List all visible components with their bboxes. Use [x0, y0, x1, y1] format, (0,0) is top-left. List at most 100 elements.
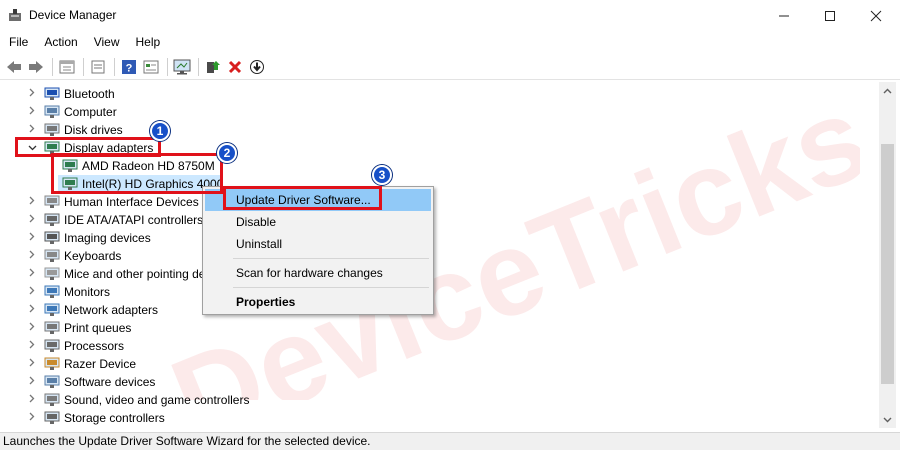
menu-help[interactable]: Help	[127, 35, 168, 49]
tree-item-label: Human Interface Devices	[64, 195, 199, 209]
tree-category-item[interactable]: Human Interface Devices	[24, 193, 199, 211]
help-button[interactable]: ?	[119, 57, 139, 77]
scroll-up-button[interactable]	[879, 82, 896, 99]
tree-category-item[interactable]: Razer Device	[24, 355, 136, 373]
camera-icon	[44, 231, 60, 245]
maximize-icon	[825, 10, 835, 21]
scan-monitor-icon	[173, 59, 191, 74]
tree-category-item[interactable]: Monitors	[24, 283, 110, 301]
maximize-button[interactable]	[807, 0, 853, 31]
back-button[interactable]	[4, 57, 24, 77]
chevron-right-icon[interactable]	[24, 376, 40, 388]
scroll-thumb[interactable]	[881, 144, 894, 384]
back-arrow-icon	[7, 60, 21, 73]
menu-item-properties[interactable]: Properties	[205, 291, 431, 313]
tree-item-label: IDE ATA/ATAPI controllers	[64, 213, 204, 227]
razer-icon	[44, 357, 60, 371]
chevron-right-icon[interactable]	[24, 214, 40, 226]
monitor-icon	[44, 285, 60, 299]
menu-item-scan-hardware[interactable]: Scan for hardware changes	[205, 262, 431, 284]
chevron-right-icon[interactable]	[24, 394, 40, 406]
list-view-button[interactable]	[88, 57, 108, 77]
menu-view[interactable]: View	[85, 35, 127, 49]
chevron-right-icon[interactable]	[24, 412, 40, 424]
tree-item-label: Disk drives	[64, 123, 123, 137]
list-view-icon	[91, 60, 105, 73]
software-device-icon	[44, 375, 60, 389]
step-badge-3: 3	[372, 165, 392, 185]
window-title: Device Manager	[29, 8, 117, 22]
tree-category-item[interactable]: Bluetooth	[24, 85, 115, 103]
step-badge-2: 2	[217, 143, 237, 163]
properties-button[interactable]	[57, 57, 77, 77]
tree-category-item[interactable]: Keyboards	[24, 247, 121, 265]
network-icon	[44, 303, 60, 317]
scroll-down-button[interactable]	[879, 411, 896, 428]
chevron-right-icon[interactable]	[24, 88, 40, 100]
chevron-right-icon[interactable]	[24, 304, 40, 316]
chevron-right-icon[interactable]	[24, 358, 40, 370]
tree-item-label: Network adapters	[64, 303, 159, 317]
download-driver-button[interactable]	[247, 57, 267, 77]
menu-file[interactable]: File	[0, 35, 35, 49]
bluetooth-icon	[44, 87, 60, 101]
close-button[interactable]	[853, 0, 899, 31]
tree-item-label: Imaging devices	[64, 231, 151, 245]
keyboard-icon	[44, 249, 60, 263]
toolbar-separator	[114, 57, 115, 76]
add-driver-button[interactable]	[203, 57, 223, 77]
tree-category-item[interactable]: Computer	[24, 103, 117, 121]
tree-item-label: Keyboards	[64, 249, 122, 263]
device-manager-icon	[9, 9, 21, 21]
chevron-down-icon	[883, 417, 892, 422]
chevron-up-icon	[883, 88, 892, 93]
sound-icon	[44, 393, 60, 407]
tree-category-item[interactable]: Print queues	[24, 319, 131, 337]
chevron-right-icon[interactable]	[24, 232, 40, 244]
storage-icon	[44, 411, 60, 425]
vertical-scrollbar[interactable]	[879, 82, 896, 428]
tree-category-item[interactable]: Software devices	[24, 373, 155, 391]
tree-item-label: Sound, video and game controllers	[64, 393, 250, 407]
close-icon	[870, 10, 882, 21]
tree-item-label: Computer	[64, 105, 117, 119]
tree-category-item[interactable]: Sound, video and game controllers	[24, 391, 249, 409]
device-tree: Bluetooth Computer Disk drives Display adap…	[0, 82, 879, 428]
tree-item-label: Monitors	[64, 285, 111, 299]
forward-arrow-icon	[29, 60, 43, 73]
tree-item-label: Software devices	[64, 375, 156, 389]
scan-hardware-button[interactable]	[172, 57, 192, 77]
resources-icon	[143, 60, 159, 73]
menu-item-disable[interactable]: Disable	[205, 211, 431, 233]
toolbar-separator	[167, 57, 168, 76]
menu-separator	[233, 287, 429, 288]
toolbar-separator	[198, 57, 199, 76]
tree-category-item[interactable]: IDE ATA/ATAPI controllers	[24, 211, 203, 229]
forward-button[interactable]	[26, 57, 46, 77]
computer-icon	[44, 105, 60, 119]
tree-category-item[interactable]: Processors	[24, 337, 124, 355]
chevron-right-icon[interactable]	[24, 340, 40, 352]
chevron-right-icon[interactable]	[24, 124, 40, 136]
help-icon: ?	[122, 59, 136, 74]
chevron-right-icon[interactable]	[24, 268, 40, 280]
minimize-button[interactable]	[761, 0, 807, 31]
chevron-right-icon[interactable]	[24, 250, 40, 262]
svg-text:?: ?	[126, 62, 133, 74]
menu-bar: File Action View Help	[0, 31, 900, 53]
tree-category-item[interactable]: Imaging devices	[24, 229, 151, 247]
highlight-box-adapters-list	[51, 153, 223, 194]
chevron-right-icon[interactable]	[24, 196, 40, 208]
tree-item-label: Razer Device	[64, 357, 137, 371]
chevron-right-icon[interactable]	[24, 322, 40, 334]
menu-item-uninstall[interactable]: Uninstall	[205, 233, 431, 255]
tree-category-item[interactable]: Storage controllers	[24, 409, 165, 427]
chevron-right-icon[interactable]	[24, 286, 40, 298]
resources-button[interactable]	[141, 57, 161, 77]
uninstall-button[interactable]	[225, 57, 245, 77]
menu-action[interactable]: Action	[35, 35, 84, 49]
chevron-right-icon[interactable]	[24, 106, 40, 118]
tree-category-item[interactable]: Network adapters	[24, 301, 158, 319]
minimize-icon	[779, 15, 789, 16]
tree-item-label: Bluetooth	[64, 87, 115, 101]
